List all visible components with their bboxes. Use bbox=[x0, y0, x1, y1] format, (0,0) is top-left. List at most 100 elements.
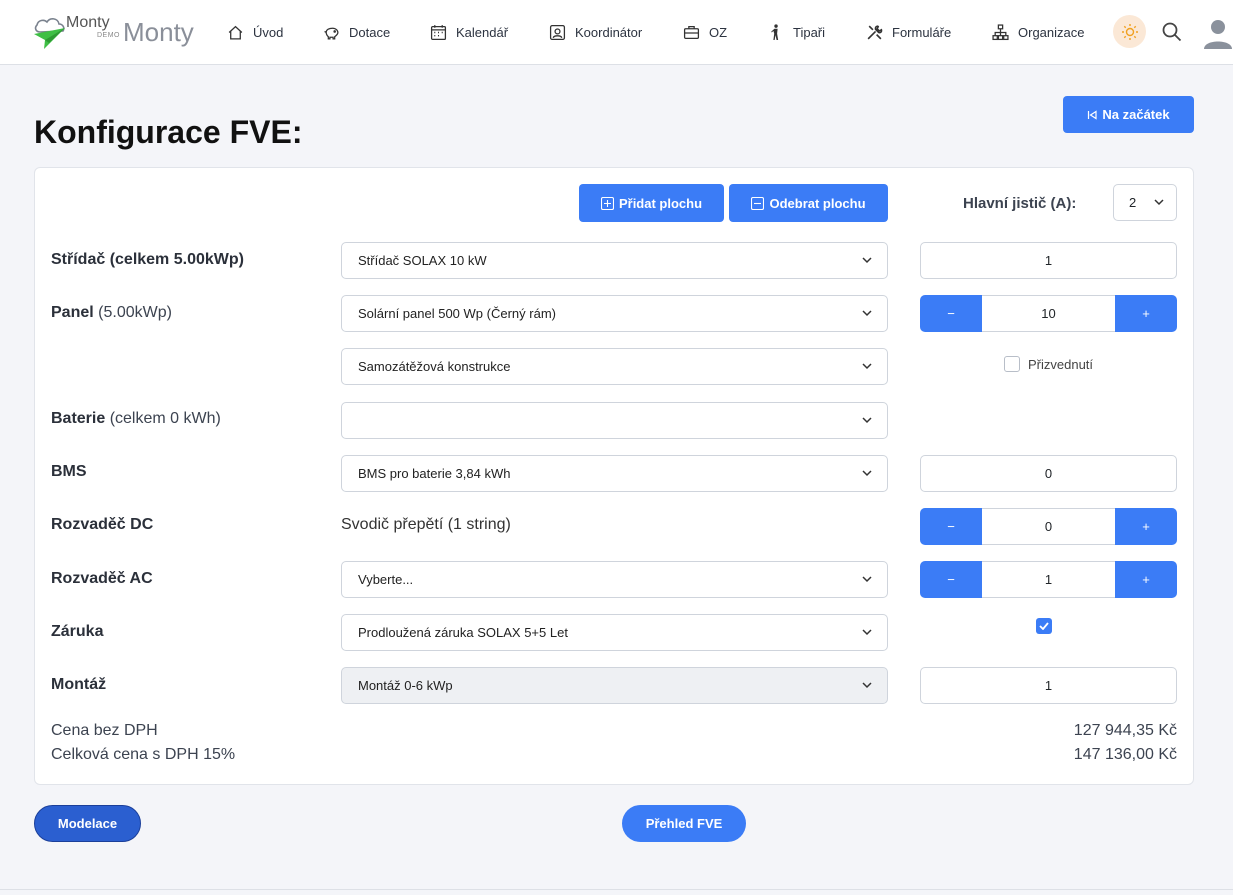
dc-decrement-button[interactable]: − bbox=[920, 508, 982, 545]
nav-item-label: Dotace bbox=[349, 24, 391, 40]
ac-switchboard-value: Vyberte... bbox=[358, 572, 414, 587]
remove-area-label: Odebrat plochu bbox=[769, 195, 866, 211]
warranty-select[interactable]: Prodloužená záruka SOLAX 5+5 Let bbox=[341, 614, 888, 651]
nav-item-kalendar[interactable]: Kalendář bbox=[430, 22, 508, 42]
ac-quantity[interactable]: 1 bbox=[982, 561, 1115, 598]
nav-item-uvod[interactable]: Úvod bbox=[227, 22, 283, 42]
installation-value: Montáž 0-6 kWp bbox=[358, 678, 453, 693]
modelling-button[interactable]: Modelace bbox=[34, 805, 141, 842]
logo[interactable]: Monty DEMO Monty bbox=[32, 14, 196, 50]
page-title: Konfigurace FVE: bbox=[34, 114, 303, 150]
add-area-button[interactable]: Přidat plochu bbox=[579, 184, 724, 222]
warranty-label: Záruka bbox=[51, 623, 104, 640]
construction-value: Samozátěžová konstrukce bbox=[358, 359, 511, 374]
avatar[interactable] bbox=[1203, 17, 1233, 49]
panel-label-text: Panel bbox=[51, 304, 94, 321]
battery-label-extra: (celkem 0 kWh) bbox=[109, 410, 221, 427]
back-to-start-label: Na začátek bbox=[1102, 107, 1170, 122]
warranty-checkbox[interactable] bbox=[1036, 618, 1052, 634]
nav-item-dotace[interactable]: Dotace bbox=[323, 22, 390, 42]
home-icon bbox=[228, 25, 243, 40]
chevron-down-icon bbox=[1154, 199, 1164, 206]
inverter-select[interactable]: Střídač SOLAX 10 kW bbox=[341, 242, 888, 279]
installation-select[interactable]: Montáž 0-6 kWp bbox=[341, 667, 888, 704]
chevron-down-icon bbox=[862, 470, 872, 477]
add-area-label: Přidat plochu bbox=[618, 195, 703, 211]
battery-label-text: Baterie bbox=[51, 410, 106, 427]
top-navbar: Monty DEMO Monty Úvod Dotace Kalendář Ko… bbox=[0, 0, 1233, 65]
panel-label: Panel (5.00kWp) bbox=[51, 304, 172, 322]
panel-quantity[interactable]: 10 bbox=[982, 295, 1115, 332]
dc-switchboard-text: Svodič přepětí (1 string) bbox=[341, 516, 511, 533]
logo-demo-label: DEMO bbox=[97, 32, 120, 39]
logo-text: Monty bbox=[123, 17, 194, 47]
main-breaker-label: Hlavní jistič (A): bbox=[963, 195, 1077, 212]
back-to-start-button[interactable]: Na začátek bbox=[1063, 96, 1194, 133]
bms-select[interactable]: BMS pro baterie 3,84 kWh bbox=[341, 455, 888, 492]
remove-area-button[interactable]: Odebrat plochu bbox=[729, 184, 888, 222]
dc-switchboard-label: Rozvaděč DC bbox=[51, 516, 154, 533]
logo-plane-icon bbox=[34, 18, 65, 49]
search-icon[interactable] bbox=[1161, 21, 1183, 43]
tools-icon bbox=[867, 24, 883, 39]
panel-increment-button[interactable]: + bbox=[1115, 295, 1177, 332]
dc-increment-button[interactable]: + bbox=[1115, 508, 1177, 545]
nav-item-oz[interactable]: OZ bbox=[683, 22, 727, 42]
piggy-bank-icon bbox=[324, 27, 339, 40]
skip-back-icon bbox=[1088, 109, 1097, 120]
bms-value: BMS pro baterie 3,84 kWh bbox=[358, 466, 511, 481]
inverter-label: Střídač (celkem 5.00kWp) bbox=[51, 251, 244, 268]
dc-quantity[interactable]: 0 bbox=[982, 508, 1115, 545]
chevron-down-icon bbox=[862, 576, 872, 583]
inverter-value: Střídač SOLAX 10 kW bbox=[358, 253, 487, 268]
lift-checkbox[interactable] bbox=[1004, 356, 1020, 372]
main-breaker-value: 2 bbox=[1129, 195, 1137, 210]
minus-square-icon bbox=[751, 196, 765, 210]
panel-value: Solární panel 500 Wp (Černý rám) bbox=[358, 306, 556, 321]
hierarchy-icon bbox=[992, 23, 1009, 40]
nav-item-koordinator[interactable]: Koordinátor bbox=[549, 22, 642, 42]
briefcase-icon bbox=[683, 25, 700, 39]
chevron-down-icon bbox=[862, 629, 872, 636]
panel-select[interactable]: Solární panel 500 Wp (Černý rám) bbox=[341, 295, 888, 332]
battery-label: Baterie (celkem 0 kWh) bbox=[51, 410, 221, 428]
logo-text-small: Monty bbox=[66, 14, 110, 31]
chevron-down-icon bbox=[862, 257, 872, 264]
bms-quantity: 0 bbox=[1044, 466, 1053, 481]
nav-item-label: Organizace bbox=[1018, 24, 1085, 40]
inverter-quantity: 1 bbox=[1044, 253, 1053, 268]
ac-increment-button[interactable]: + bbox=[1115, 561, 1177, 598]
nav-item-organizace[interactable]: Organizace bbox=[992, 22, 1084, 42]
battery-select[interactable] bbox=[341, 402, 888, 439]
nav-item-label: Úvod bbox=[253, 24, 284, 40]
check-icon bbox=[1039, 622, 1049, 630]
panel-decrement-button[interactable]: − bbox=[920, 295, 982, 332]
nav-item-label: Tipaři bbox=[793, 24, 826, 40]
construction-select[interactable]: Samozátěžová konstrukce bbox=[341, 348, 888, 385]
installation-quantity-input[interactable]: 1 bbox=[920, 667, 1177, 704]
inverter-quantity-input[interactable]: 1 bbox=[920, 242, 1177, 279]
theme-toggle-button[interactable] bbox=[1113, 15, 1146, 48]
lift-checkbox-group[interactable]: Přizvednutí bbox=[1004, 356, 1093, 372]
chevron-down-icon bbox=[862, 363, 872, 370]
ac-switchboard-select[interactable]: Vyberte... bbox=[341, 561, 888, 598]
price-net-value: 127 944,35 Kč bbox=[1073, 722, 1177, 739]
nav-item-label: Kalendář bbox=[456, 24, 509, 40]
panel-label-extra: (5.00kWp) bbox=[98, 304, 172, 321]
footer-divider bbox=[0, 889, 1233, 895]
panel-quantity-stepper: − 10 + bbox=[920, 295, 1177, 332]
bms-label: BMS bbox=[51, 463, 87, 480]
ac-decrement-button[interactable]: − bbox=[920, 561, 982, 598]
nav-item-tipari[interactable]: Tipaři bbox=[767, 22, 825, 42]
lift-checkbox-label: Přizvednutí bbox=[1028, 356, 1094, 372]
calendar-icon bbox=[430, 24, 447, 40]
person-walking-icon bbox=[771, 23, 779, 40]
person-badge-icon bbox=[549, 24, 566, 40]
sun-icon bbox=[1121, 23, 1138, 40]
fve-overview-button[interactable]: Přehled FVE bbox=[622, 805, 746, 842]
main-breaker-select[interactable]: 2 bbox=[1113, 184, 1177, 221]
nav-item-formulare[interactable]: Formuláře bbox=[866, 22, 951, 42]
nav-item-label: OZ bbox=[709, 24, 728, 40]
ac-quantity-stepper: − 1 + bbox=[920, 561, 1177, 598]
bms-quantity-input[interactable]: 0 bbox=[920, 455, 1177, 492]
